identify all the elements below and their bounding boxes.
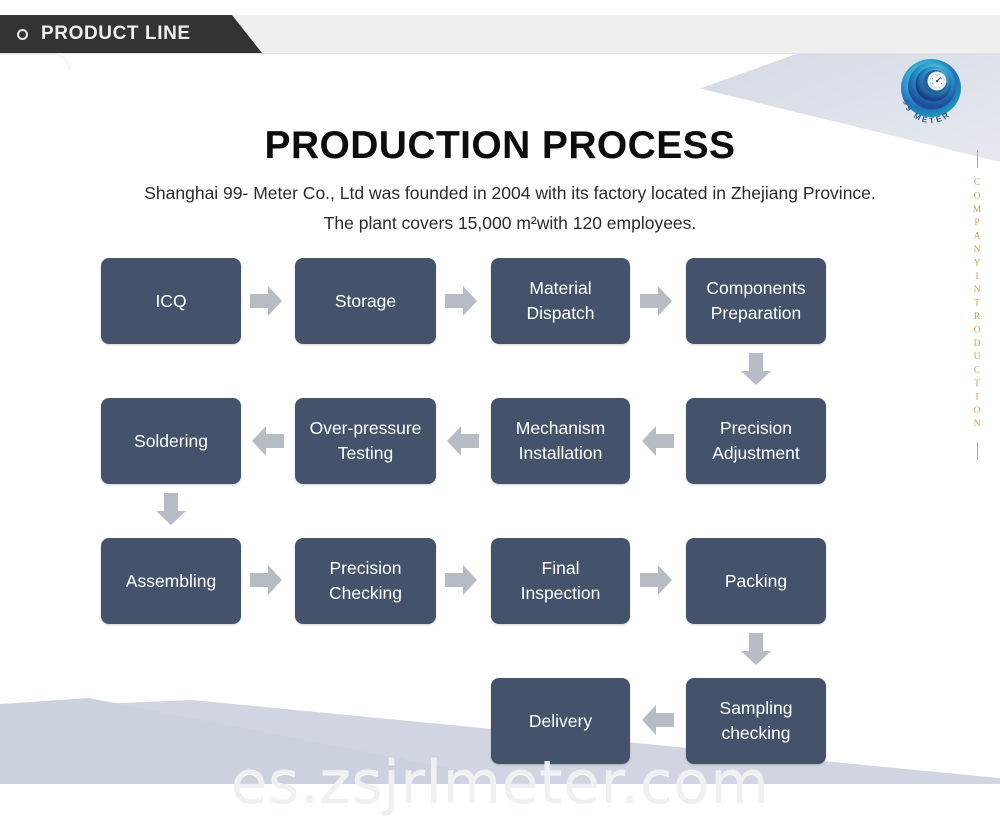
process-box-delivery[interactable]: Delivery <box>491 678 630 764</box>
process-box-soldering[interactable]: Soldering <box>101 398 241 484</box>
company-introduction-label: COMPANYINTRODUCTION <box>972 177 982 433</box>
process-box-over-pressure-testing[interactable]: Over-pressure Testing <box>295 398 436 484</box>
process-box-icq[interactable]: ICQ <box>101 258 241 344</box>
arrow-left-precision-adjustment-to-mechanism-installation <box>640 423 676 459</box>
arrow-right-final-inspection-to-packing <box>638 562 674 598</box>
arrow-right-storage-to-material-dispatch <box>443 283 479 319</box>
section-tab-label: PRODUCT LINE <box>41 23 191 44</box>
arrow-right-material-dispatch-to-components-preparation <box>638 283 674 319</box>
process-box-precision-adjustment[interactable]: Precision Adjustment <box>686 398 826 484</box>
arrow-right-assembling-to-precision-checking <box>248 562 284 598</box>
section-tab-product-line[interactable]: PRODUCT LINE <box>0 15 262 53</box>
arrow-down-components-preparation-to-precision-adjustment <box>738 351 774 387</box>
company-introduction-rail: COMPANYINTRODUCTION <box>962 150 992 460</box>
page-description: Shanghai 99- Meter Co., Ltd was founded … <box>144 183 876 233</box>
arrow-left-mechanism-installation-to-over-pressure-testing <box>445 423 481 459</box>
arrow-left-over-pressure-testing-to-soldering <box>250 423 286 459</box>
arrow-down-soldering-to-assembling <box>153 491 189 527</box>
process-box-components-preparation[interactable]: Components Preparation <box>686 258 826 344</box>
process-box-assembling[interactable]: Assembling <box>101 538 241 624</box>
circle-outline-icon <box>17 28 28 40</box>
slide-canvas: PRODUCT LINE 99 METER COMPANYINTRODUCTIO… <box>0 0 1000 832</box>
arrow-down-packing-to-sampling-checking <box>738 631 774 667</box>
arrow-right-precision-checking-to-final-inspection <box>443 562 479 598</box>
process-box-final-inspection[interactable]: Final Inspection <box>491 538 630 624</box>
rail-line-bottom <box>976 442 978 460</box>
process-box-material-dispatch[interactable]: Material Dispatch <box>491 258 630 344</box>
process-box-mechanism-installation[interactable]: Mechanism Installation <box>491 398 630 484</box>
process-box-packing[interactable]: Packing <box>686 538 826 624</box>
arrow-right-icq-to-storage <box>248 283 284 319</box>
header-divider <box>0 53 1000 54</box>
corner-curve-decoration <box>0 54 70 70</box>
process-box-precision-checking[interactable]: Precision Checking <box>295 538 436 624</box>
process-box-sampling-checking[interactable]: Sampling checking <box>686 678 826 764</box>
99-meter-swirl-logo-icon: 99 METER <box>893 54 969 130</box>
arrow-left-sampling-checking-to-delivery <box>640 702 676 738</box>
process-box-storage[interactable]: Storage <box>295 258 436 344</box>
page-title: PRODUCTION PROCESS <box>264 124 736 167</box>
